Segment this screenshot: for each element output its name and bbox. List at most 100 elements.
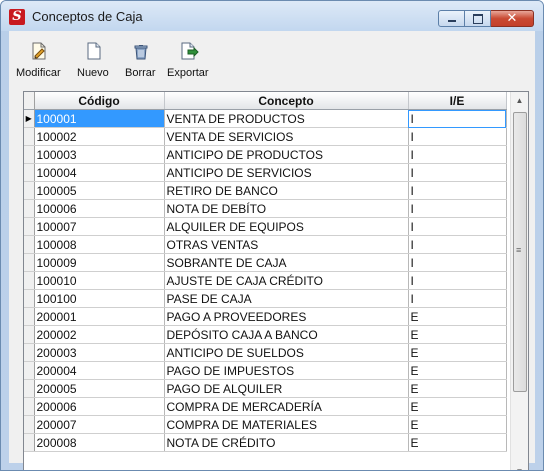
cell-ie[interactable]: E xyxy=(408,307,507,326)
row-indicator xyxy=(24,127,35,146)
cell-ie[interactable]: E xyxy=(408,379,507,398)
cell-code[interactable]: 100005 xyxy=(34,181,165,200)
cell-code[interactable]: 200006 xyxy=(34,397,165,416)
cell-concept[interactable]: DEPÓSITO CAJA A BANCO xyxy=(164,325,409,344)
cell-concept[interactable]: PASE DE CAJA xyxy=(164,289,409,308)
cell-concept[interactable]: SOBRANTE DE CAJA xyxy=(164,253,409,272)
delete-label: Borrar xyxy=(125,67,156,79)
app-logo-icon[interactable]: S xyxy=(9,9,25,25)
cell-ie[interactable]: I xyxy=(408,253,507,272)
cell-concept[interactable]: VENTA DE SERVICIOS xyxy=(164,127,409,146)
table-row[interactable]: 200008 NOTA DE CRÉDITO E xyxy=(24,433,507,452)
cell-code[interactable]: 100001 xyxy=(34,109,165,128)
cell-ie[interactable]: E xyxy=(408,433,507,452)
table-row[interactable]: 100006 NOTA DE DEBÍTO I xyxy=(24,199,507,218)
cell-concept[interactable]: COMPRA DE MATERIALES xyxy=(164,415,409,434)
vertical-scrollbar[interactable]: ▲ ≡ ▼ xyxy=(510,92,528,470)
table-row[interactable]: 200005 PAGO DE ALQUILER E xyxy=(24,379,507,398)
cell-concept[interactable]: RETIRO DE BANCO xyxy=(164,181,409,200)
cell-concept[interactable]: OTRAS VENTAS xyxy=(164,235,409,254)
minimize-button[interactable] xyxy=(438,10,465,27)
column-header-concept[interactable]: Concepto xyxy=(164,92,409,110)
cell-ie[interactable]: I xyxy=(408,127,507,146)
table-row[interactable]: 200004 PAGO DE IMPUESTOS E xyxy=(24,361,507,380)
cell-code[interactable]: 200002 xyxy=(34,325,165,344)
table-row[interactable]: 100008 OTRAS VENTAS I xyxy=(24,235,507,254)
cell-concept[interactable]: ANTICIPO DE PRODUCTOS xyxy=(164,145,409,164)
column-header-code[interactable]: Código xyxy=(34,92,165,110)
cell-concept[interactable]: NOTA DE CRÉDITO xyxy=(164,433,409,452)
cell-code[interactable]: 100007 xyxy=(34,217,165,236)
table-row[interactable]: 100002 VENTA DE SERVICIOS I xyxy=(24,127,507,146)
delete-button[interactable]: Borrar xyxy=(121,37,161,85)
cell-code[interactable]: 200007 xyxy=(34,415,165,434)
table-row[interactable]: 100010 AJUSTE DE CAJA CRÉDITO I xyxy=(24,271,507,290)
header-row: Código Concepto I/E xyxy=(24,92,507,110)
cell-concept[interactable]: PAGO A PROVEEDORES xyxy=(164,307,409,326)
title-bar[interactable]: S Conceptos de Caja ✕ xyxy=(1,1,543,31)
close-icon: ✕ xyxy=(506,11,518,26)
cell-ie[interactable]: I xyxy=(408,271,507,290)
cell-concept[interactable]: COMPRA DE MERCADERÍA xyxy=(164,397,409,416)
cell-code[interactable]: 100100 xyxy=(34,289,165,308)
scroll-up-icon[interactable]: ▲ xyxy=(511,92,528,109)
cell-ie[interactable]: E xyxy=(408,361,507,380)
table-row[interactable]: 100004 ANTICIPO DE SERVICIOS I xyxy=(24,163,507,182)
maximize-button[interactable] xyxy=(465,10,491,27)
table-row[interactable]: 200001 PAGO A PROVEEDORES E xyxy=(24,307,507,326)
scroll-down-icon[interactable]: ▼ xyxy=(511,463,528,470)
cell-code[interactable]: 200008 xyxy=(34,433,165,452)
cell-ie[interactable]: I xyxy=(408,163,507,182)
table-row[interactable]: 200002 DEPÓSITO CAJA A BANCO E xyxy=(24,325,507,344)
cell-concept[interactable]: VENTA DE PRODUCTOS xyxy=(164,109,409,128)
cell-ie[interactable]: I xyxy=(408,217,507,236)
table-row[interactable]: 200003 ANTICIPO DE SUELDOS E xyxy=(24,343,507,362)
export-button[interactable]: Exportar xyxy=(165,37,215,85)
cell-ie[interactable]: E xyxy=(408,325,507,344)
cell-ie[interactable]: I xyxy=(408,109,507,128)
cell-ie[interactable]: E xyxy=(408,343,507,362)
cell-ie[interactable]: I xyxy=(408,145,507,164)
cell-code[interactable]: 100010 xyxy=(34,271,165,290)
table-row[interactable]: ▶ 100001 VENTA DE PRODUCTOS I xyxy=(24,109,507,128)
cell-ie[interactable]: I xyxy=(408,289,507,308)
table-row[interactable]: 200007 COMPRA DE MATERIALES E xyxy=(24,415,507,434)
column-header-ie[interactable]: I/E xyxy=(408,92,507,110)
cell-code[interactable]: 100006 xyxy=(34,199,165,218)
scrollbar-thumb[interactable]: ≡ xyxy=(513,112,527,392)
cell-ie[interactable]: E xyxy=(408,397,507,416)
cell-concept[interactable]: NOTA DE DEBÍTO xyxy=(164,199,409,218)
table-row[interactable]: 200006 COMPRA DE MERCADERÍA E xyxy=(24,397,507,416)
cell-code[interactable]: 200004 xyxy=(34,361,165,380)
row-indicator xyxy=(24,397,35,416)
row-indicator xyxy=(24,325,35,344)
table-row[interactable]: 100009 SOBRANTE DE CAJA I xyxy=(24,253,507,272)
close-button[interactable]: ✕ xyxy=(491,10,534,27)
cell-concept[interactable]: ANTICIPO DE SERVICIOS xyxy=(164,163,409,182)
cell-concept[interactable]: PAGO DE ALQUILER xyxy=(164,379,409,398)
cell-code[interactable]: 200001 xyxy=(34,307,165,326)
table-row[interactable]: 100100 PASE DE CAJA I xyxy=(24,289,507,308)
cell-code[interactable]: 100004 xyxy=(34,163,165,182)
new-button[interactable]: Nuevo xyxy=(73,37,113,85)
cell-ie[interactable]: I xyxy=(408,181,507,200)
cell-concept[interactable]: ANTICIPO DE SUELDOS xyxy=(164,343,409,362)
cell-code[interactable]: 200005 xyxy=(34,379,165,398)
table-row[interactable]: 100005 RETIRO DE BANCO I xyxy=(24,181,507,200)
table-row[interactable]: 100007 ALQUILER DE EQUIPOS I xyxy=(24,217,507,236)
cell-concept[interactable]: ALQUILER DE EQUIPOS xyxy=(164,217,409,236)
cell-code[interactable]: 100009 xyxy=(34,253,165,272)
cell-ie[interactable]: E xyxy=(408,415,507,434)
cell-code[interactable]: 200003 xyxy=(34,343,165,362)
row-indicator xyxy=(24,343,35,362)
cell-concept[interactable]: PAGO DE IMPUESTOS xyxy=(164,361,409,380)
cell-ie[interactable]: I xyxy=(408,235,507,254)
cell-ie[interactable]: I xyxy=(408,199,507,218)
cell-code[interactable]: 100002 xyxy=(34,127,165,146)
table-row[interactable]: 100003 ANTICIPO DE PRODUCTOS I xyxy=(24,145,507,164)
cell-concept[interactable]: AJUSTE DE CAJA CRÉDITO xyxy=(164,271,409,290)
concepts-grid[interactable]: Código Concepto I/E ▶ 100001 VENTA DE PROD… xyxy=(23,91,529,470)
modify-button[interactable]: Modificar xyxy=(14,37,62,85)
cell-code[interactable]: 100003 xyxy=(34,145,165,164)
cell-code[interactable]: 100008 xyxy=(34,235,165,254)
